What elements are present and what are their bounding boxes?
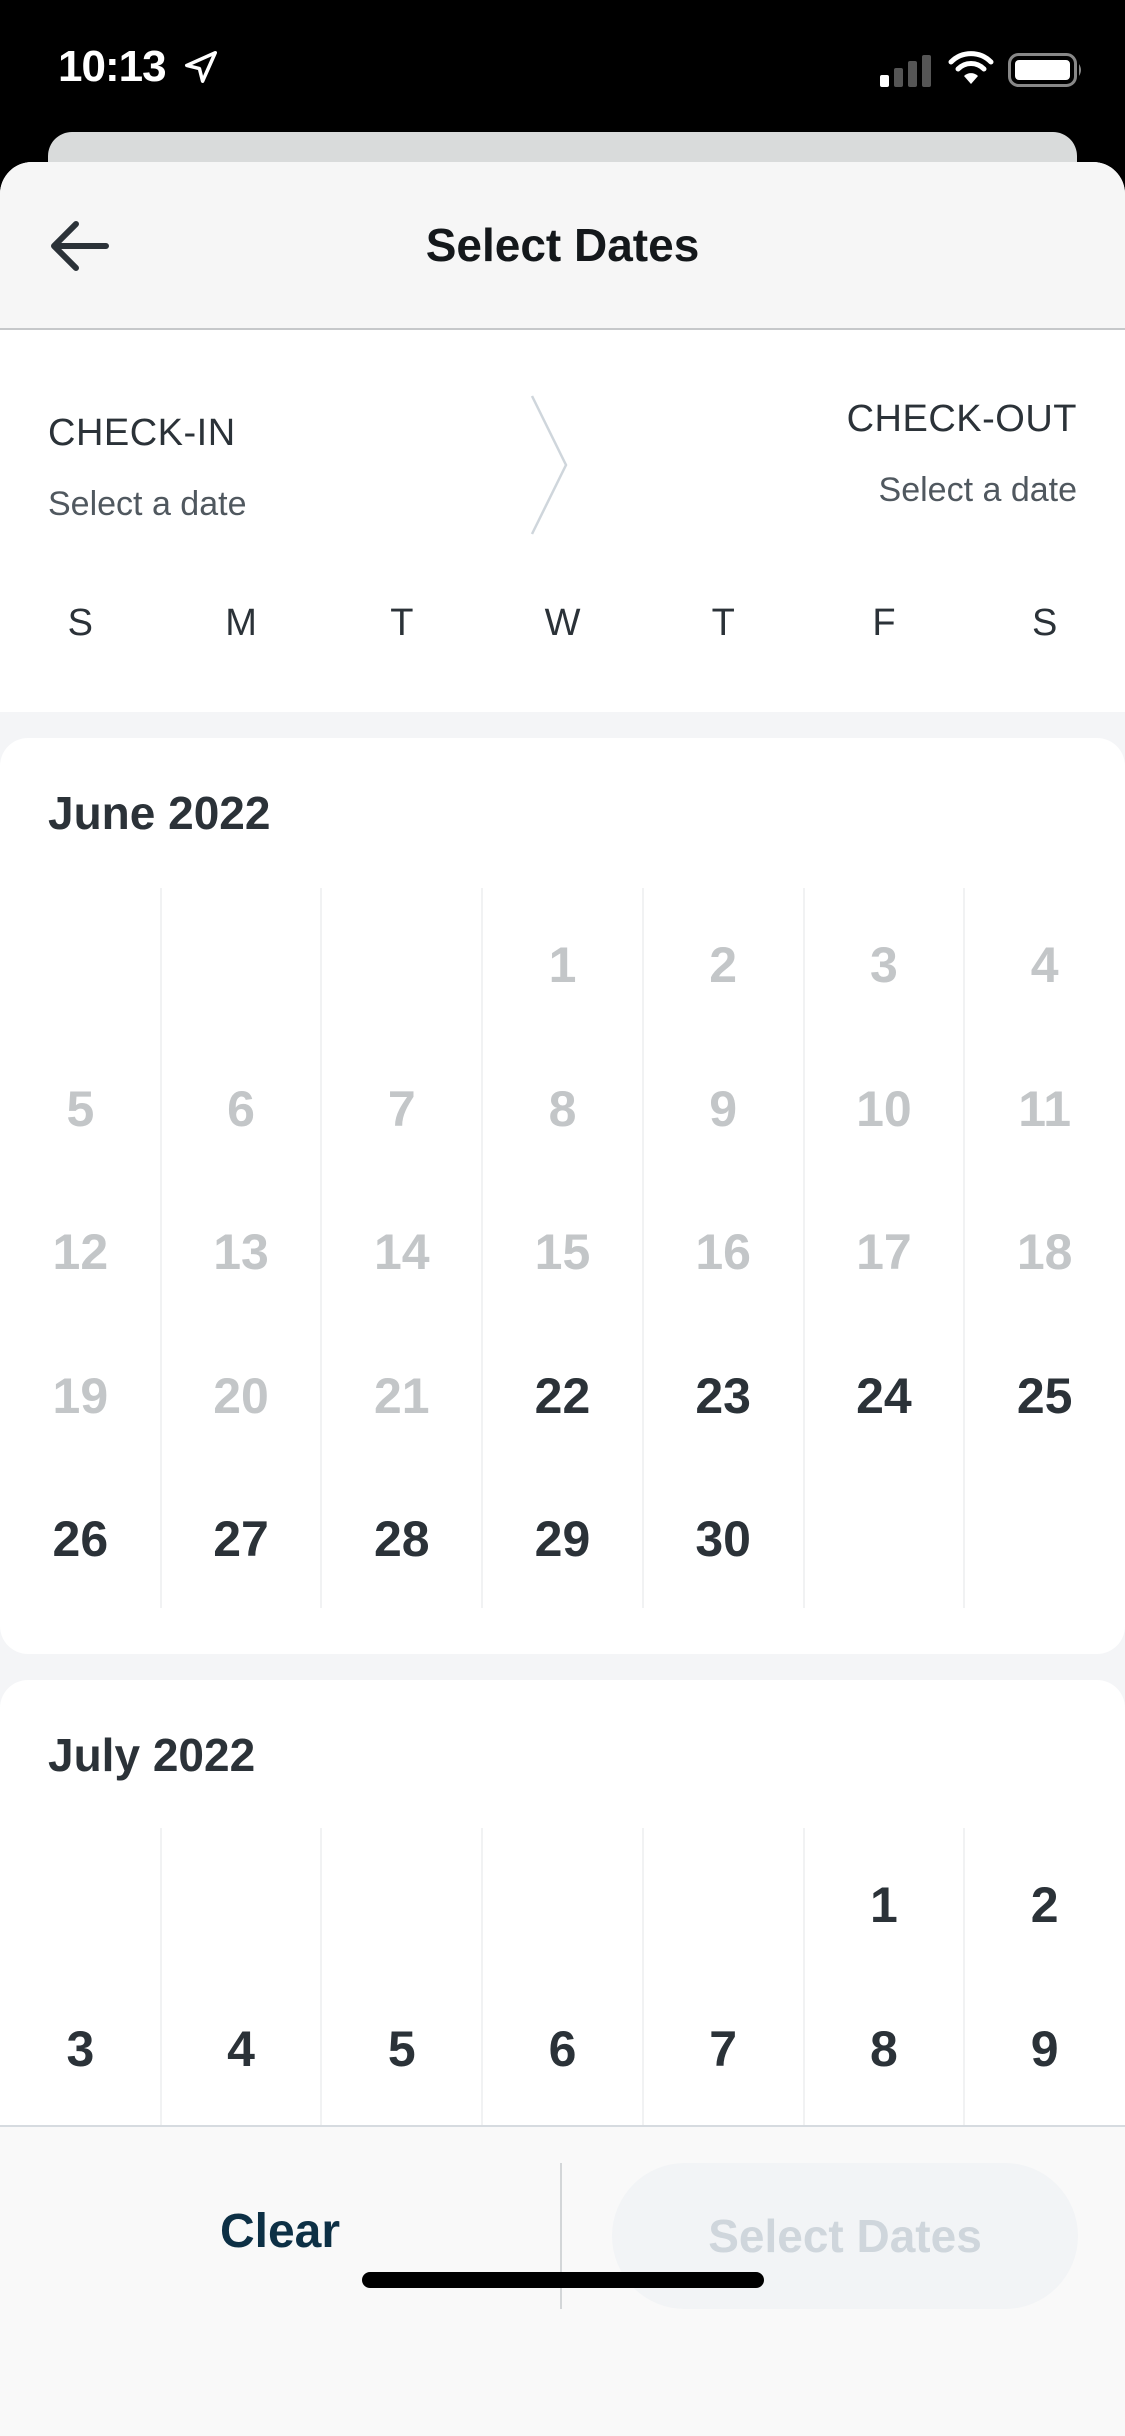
calendar-day: 19 (52, 1367, 109, 1424)
chevron-right-icon (530, 395, 568, 535)
calendar-day: 3 (870, 937, 898, 993)
month-title: June 2022 (48, 787, 271, 839)
calendar-day[interactable]: 9 (964, 2020, 1125, 2078)
calendar-day: 5 (66, 1080, 95, 1137)
calendar-day[interactable]: 29 (482, 1510, 643, 1568)
location-arrow-icon (185, 51, 217, 83)
page-title: Select Dates (425, 219, 700, 271)
column-divider (641, 1828, 644, 2125)
calendar-day[interactable]: 8 (804, 2020, 965, 2078)
calendar-day[interactable]: 22 (482, 1367, 643, 1425)
column-divider (802, 1828, 805, 2125)
calendar-day: 7 (387, 1080, 416, 1137)
weekday-label: T (711, 602, 735, 644)
month-grid: 1 2 3 4 5 6 7 8 9 10 11 12 13 14 15 16 17 18 19 20 21 22 23 24 2… (0, 888, 1125, 1608)
calendar-day[interactable]: 28 (321, 1510, 482, 1568)
calendar-day: 2 (709, 937, 738, 993)
header: Select Dates (0, 162, 1125, 330)
month-card-june: June 2022 1 2 3 4 5 6 7 8 9 10 11 12 13 14 15 16 17 18 19 2… (0, 738, 1125, 1654)
calendar-day[interactable]: 27 (161, 1510, 322, 1568)
column-divider (159, 1828, 162, 2125)
home-indicator (362, 2272, 764, 2288)
calendar-scroll[interactable]: June 2022 1 2 3 4 5 6 7 8 9 10 11 12 13 14 15 16 17 18 19 2… (0, 712, 1125, 2125)
select-dates-sheet: Select Dates CHECK-IN Select a date CHEC… (0, 162, 1125, 2436)
month-title: July 2022 (48, 1729, 256, 1781)
check-out-field[interactable]: CHECK-OUT Select a date (847, 398, 1077, 510)
calendar-day[interactable]: 26 (0, 1510, 161, 1568)
weekday-label: F (872, 602, 896, 644)
month-card-july: July 2022 12 3456789 (0, 1680, 1125, 2125)
check-out-value: Select a date (878, 471, 1077, 509)
calendar-day[interactable]: 5 (321, 2020, 482, 2078)
calendar-day: 17 (856, 1224, 912, 1280)
calendar-day[interactable]: 24 (804, 1367, 965, 1425)
calendar-day: 21 (373, 1367, 430, 1424)
date-range-summary: CHECK-IN Select a date CHECK-OUT Select … (0, 332, 1125, 552)
calendar-day: 12 (52, 1224, 109, 1280)
calendar-day[interactable]: 23 (643, 1367, 804, 1425)
calendar-day: 9 (709, 1080, 738, 1137)
calendar-day: 16 (695, 1224, 751, 1280)
check-in-value: Select a date (48, 485, 247, 523)
check-out-label: CHECK-OUT (846, 398, 1077, 440)
calendar-day: 8 (548, 1080, 577, 1137)
calendar-day: 13 (213, 1224, 269, 1280)
wifi-icon (948, 51, 994, 84)
cellular-signal-icon (880, 55, 931, 87)
calendar-day[interactable]: 2 (964, 1876, 1125, 1934)
weekday-header: S M T W T F S (0, 602, 1125, 672)
calendar-day: 18 (1016, 1224, 1073, 1280)
month-grid: 12 3456789 (0, 1828, 1125, 2125)
check-in-field[interactable]: CHECK-IN Select a date (48, 412, 246, 524)
calendar-day: 6 (227, 1080, 255, 1137)
calendar-day: 11 (1018, 1080, 1072, 1137)
calendar-day[interactable]: 6 (482, 2020, 643, 2078)
calendar-day[interactable]: 25 (964, 1367, 1125, 1425)
status-bar: 10:13 (0, 0, 1125, 135)
calendar-day: 14 (373, 1224, 430, 1280)
column-divider (481, 1828, 484, 2125)
calendar-day[interactable]: 3 (0, 2020, 161, 2078)
calendar-day: 1 (548, 937, 577, 993)
weekday-label: W (544, 602, 581, 644)
weekday-label: M (225, 602, 257, 644)
calendar-day: 15 (534, 1224, 591, 1280)
weekday-label: S (67, 602, 94, 644)
column-divider (963, 1828, 966, 2125)
status-time: 10:13 (58, 42, 167, 91)
column-divider (320, 1828, 323, 2125)
weekday-label: T (390, 602, 414, 644)
calendar-day[interactable]: 1 (804, 1876, 965, 1934)
calendar-day[interactable]: 7 (643, 2020, 804, 2078)
calendar-day[interactable]: 4 (161, 2020, 322, 2078)
calendar-day[interactable]: 30 (643, 1510, 804, 1568)
calendar-day: 10 (856, 1080, 912, 1137)
check-in-label: CHECK-IN (48, 412, 236, 454)
calendar-day: 20 (213, 1367, 269, 1424)
weekday-label: S (1031, 602, 1058, 644)
calendar-day: 4 (1030, 937, 1059, 993)
battery-icon (1008, 53, 1081, 87)
